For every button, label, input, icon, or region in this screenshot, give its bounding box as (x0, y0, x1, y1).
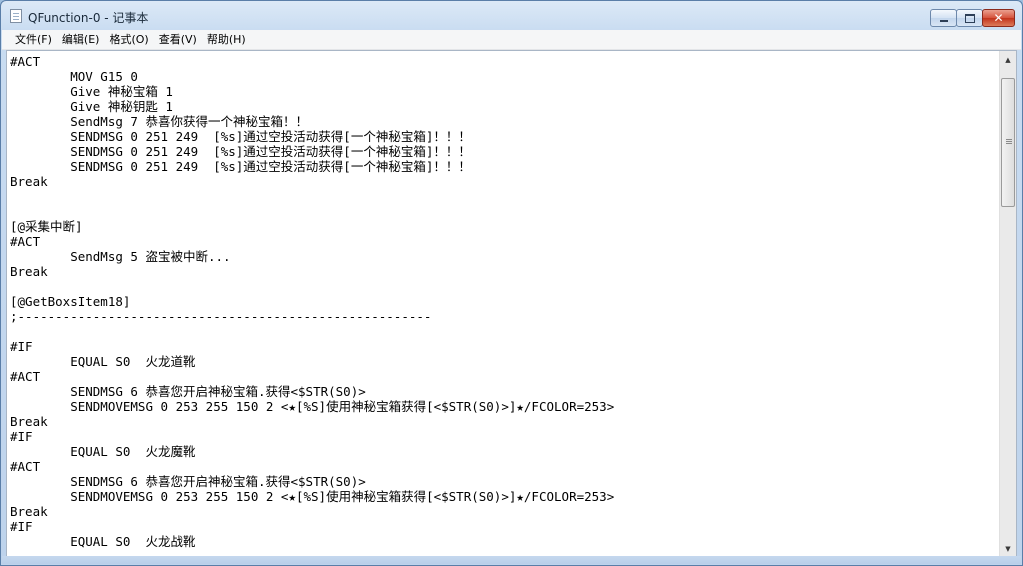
text-line: Give 神秘钥匙 1 (10, 99, 173, 114)
text-line: SendMsg 7 恭喜你获得一个神秘宝箱！！ (10, 114, 308, 129)
maximize-button[interactable] (956, 9, 983, 27)
text-line: EQUAL S0 火龙道靴 (10, 354, 196, 369)
scrollbar-thumb[interactable] (1001, 78, 1015, 207)
text-line: MOV G15 0 (10, 69, 138, 84)
text-line: EQUAL S0 火龙魔靴 (10, 444, 196, 459)
text-editor[interactable]: #ACT MOV G15 0 Give 神秘宝箱 1 Give 神秘钥匙 1 S… (6, 50, 1017, 558)
text-line: Break (10, 174, 48, 189)
text-line (10, 204, 996, 219)
text-line (10, 324, 996, 339)
window-bottom-frame (2, 556, 1021, 564)
text-line: #ACT (10, 54, 41, 69)
menu-format[interactable]: 格式(O) (104, 30, 153, 49)
notepad-icon[interactable] (10, 9, 22, 23)
text-line: #IF (10, 429, 33, 444)
text-line: [@采集中断] (10, 219, 83, 234)
menu-bar: 文件(F) 编辑(E) 格式(O) 查看(V) 帮助(H) (2, 30, 1021, 50)
text-content[interactable]: #ACT MOV G15 0 Give 神秘宝箱 1 Give 神秘钥匙 1 S… (10, 54, 996, 557)
scrollbar-grip-icon (1006, 139, 1012, 140)
text-line: SENDMSG 6 恭喜您开启神秘宝箱.获得<$STR(S0)> (10, 384, 366, 399)
text-line: SENDMSG 0 251 249 [%s]通过空投活动获得[一个神秘宝箱]！！… (10, 159, 471, 174)
text-line: Break (10, 414, 48, 429)
text-line: Break (10, 264, 48, 279)
scroll-down-arrow-icon: ▼ (1005, 544, 1011, 553)
text-line: ;---------------------------------------… (10, 309, 432, 324)
title-bar[interactable]: QFunction-0 - 记事本 ✕ (1, 1, 1022, 30)
text-line: SENDMOVEMSG 0 253 255 150 2 <★[%S]使用神秘宝箱… (10, 489, 615, 504)
minimize-icon (939, 20, 948, 22)
text-line: SENDMSG 6 恭喜您开启神秘宝箱.获得<$STR(S0)> (10, 474, 366, 489)
minimize-button[interactable] (930, 9, 957, 27)
text-line: SENDMSG 0 251 249 [%s]通过空投活动获得[一个神秘宝箱]！！… (10, 144, 471, 159)
vertical-scrollbar[interactable]: ▲ ▼ (999, 51, 1016, 557)
text-line: #IF (10, 519, 33, 534)
notepad-window: QFunction-0 - 记事本 ✕ 文件(F) 编辑(E) 格式(O) 查看… (0, 0, 1023, 566)
text-line: #ACT (10, 369, 41, 384)
text-line: SendMsg 5 盗宝被中断... (10, 249, 231, 264)
text-line: #IF (10, 339, 33, 354)
text-line: EQUAL S0 火龙战靴 (10, 534, 196, 549)
text-line: SENDMSG 0 251 249 [%s]通过空投活动获得[一个神秘宝箱]！！… (10, 129, 471, 144)
window-title: QFunction-0 - 记事本 (28, 11, 149, 25)
text-line: Break (10, 504, 48, 519)
menu-view[interactable]: 查看(V) (154, 30, 202, 49)
scroll-up-button[interactable]: ▲ (1000, 51, 1016, 68)
text-line: [@GetBoxsItem18] (10, 294, 131, 309)
text-line: Give 神秘宝箱 1 (10, 84, 173, 99)
maximize-icon (964, 13, 975, 23)
text-line: SENDMOVEMSG 0 253 255 150 2 <★[%S]使用神秘宝箱… (10, 399, 615, 414)
scroll-up-arrow-icon: ▲ (1005, 55, 1011, 64)
text-line: #ACT (10, 459, 41, 474)
text-line (10, 189, 996, 204)
close-button[interactable]: ✕ (982, 9, 1015, 27)
menu-edit[interactable]: 编辑(E) (57, 30, 105, 49)
text-line (10, 279, 996, 294)
menu-help[interactable]: 帮助(H) (202, 30, 251, 49)
menu-file[interactable]: 文件(F) (2, 30, 57, 49)
text-line: #ACT (10, 234, 41, 249)
scroll-down-button[interactable]: ▼ (1000, 540, 1016, 557)
close-icon: ✕ (993, 11, 1004, 25)
